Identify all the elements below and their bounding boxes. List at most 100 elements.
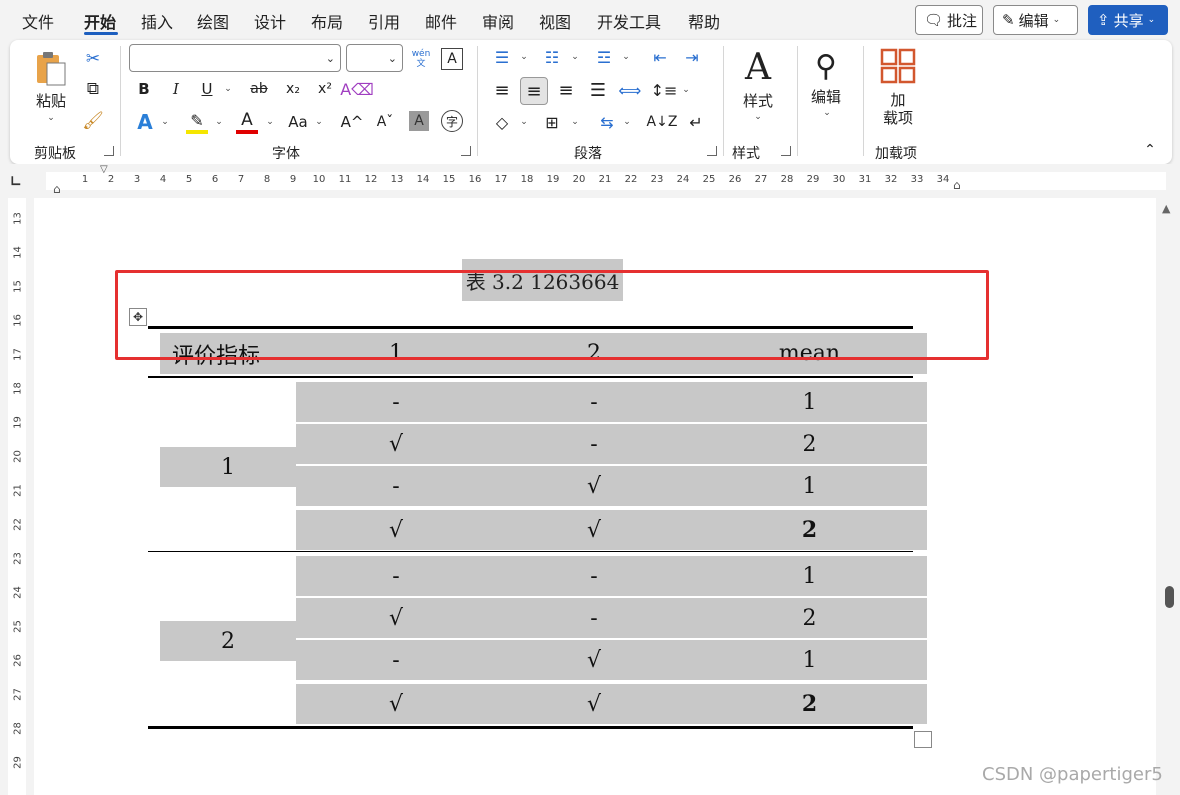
show-marks-icon[interactable]: ↵ <box>684 110 708 134</box>
align-right-icon[interactable]: ≡ <box>554 78 578 102</box>
tab-design[interactable]: 设计 <box>254 9 286 33</box>
superscript-button[interactable]: x² <box>314 78 336 100</box>
table-cell[interactable]: 2 <box>692 424 927 464</box>
left-indent-marker-icon[interactable]: ⌂ <box>53 182 61 196</box>
styles-label[interactable]: 样式 <box>738 90 778 110</box>
chevron-down-icon[interactable]: ⌄ <box>265 117 275 127</box>
character-shading-icon[interactable]: A <box>409 111 429 131</box>
tab-selector-icon[interactable]: ∟ <box>10 174 22 190</box>
increase-indent-icon[interactable]: ⇥ <box>680 46 704 68</box>
chevron-down-icon[interactable]: ⌄ <box>570 117 580 127</box>
text-effects-icon[interactable]: A <box>134 110 156 134</box>
styles-icon[interactable]: A <box>736 46 780 88</box>
table-cell-best[interactable]: 2 <box>692 510 927 550</box>
tab-mailings[interactable]: 邮件 <box>425 9 457 33</box>
character-border-icon[interactable]: A <box>441 48 463 70</box>
justify-icon[interactable]: ☰ <box>586 78 610 102</box>
table-cell-best[interactable]: 2 <box>692 684 927 724</box>
editing-mode-button[interactable]: ✎ 编辑 ⌄ <box>993 5 1078 35</box>
chevron-down-icon[interactable]: ⌄ <box>621 52 631 62</box>
styles-launcher-icon[interactable] <box>781 146 791 156</box>
horizontal-ruler[interactable]: ∟ 1 2 3 4 5 6 7 8 9 10 11 12 13 14 15 16… <box>0 164 1180 198</box>
table-resize-handle[interactable] <box>914 731 932 748</box>
right-indent-marker-icon[interactable]: ⌂ <box>953 178 961 192</box>
table-cell[interactable]: - <box>296 382 496 422</box>
tab-draw[interactable]: 绘图 <box>197 9 229 33</box>
share-button[interactable]: ⇪ 共享 ⌄ <box>1088 5 1168 35</box>
format-painter-icon[interactable]: 🖌 <box>82 110 104 132</box>
tab-view[interactable]: 视图 <box>539 9 571 33</box>
strikethrough-button[interactable]: ab <box>247 78 271 100</box>
table-cell[interactable]: √ <box>296 684 496 724</box>
table-cell[interactable]: - <box>296 466 496 506</box>
font-color-icon[interactable]: A <box>236 110 258 134</box>
vertical-scrollbar[interactable]: ▲ <box>1156 198 1180 795</box>
chevron-down-icon[interactable]: ⌄ <box>223 84 233 94</box>
enclose-characters-icon[interactable]: 字 <box>441 110 463 132</box>
table-cell[interactable]: 1 <box>692 556 927 596</box>
font-launcher-icon[interactable] <box>461 146 471 156</box>
group-label-cell[interactable]: 2 <box>160 621 296 661</box>
chevron-down-icon[interactable]: ⌄ <box>753 112 763 122</box>
find-icon[interactable]: ⚲ <box>806 46 846 86</box>
chevron-down-icon[interactable]: ⌄ <box>519 117 529 127</box>
align-center-icon[interactable]: ≡ <box>520 77 548 105</box>
collapse-ribbon-icon[interactable]: ⌃ <box>1140 140 1160 160</box>
chevron-down-icon[interactable]: ⌄ <box>214 117 224 127</box>
clear-formatting-icon[interactable]: A⌫ <box>340 78 374 100</box>
tab-developer[interactable]: 开发工具 <box>597 9 661 33</box>
addins-icon[interactable] <box>880 48 916 84</box>
table-cell[interactable]: √ <box>496 640 692 680</box>
table-cell[interactable]: √ <box>496 684 692 724</box>
grow-font-icon[interactable]: A^ <box>340 110 364 134</box>
tab-help[interactable]: 帮助 <box>688 9 720 33</box>
table-cell[interactable]: - <box>496 598 692 638</box>
font-size-combo[interactable]: ⌄ <box>346 44 403 72</box>
font-name-combo[interactable]: ⌄ <box>129 44 341 72</box>
paragraph-launcher-icon[interactable] <box>707 146 717 156</box>
tab-insert[interactable]: 插入 <box>141 9 173 33</box>
copy-icon[interactable]: ⧉ <box>82 78 104 100</box>
table-cell[interactable]: - <box>496 382 692 422</box>
numbering-icon[interactable]: ☷ <box>540 46 564 68</box>
shrink-font-icon[interactable]: Aˇ <box>373 110 397 134</box>
table-cell[interactable]: √ <box>496 510 692 550</box>
chevron-down-icon[interactable]: ⌄ <box>681 85 691 95</box>
table-cell[interactable]: 1 <box>692 382 927 422</box>
addins-label-line2[interactable]: 载项 <box>880 108 916 127</box>
shading-icon[interactable]: ◇ <box>490 110 514 134</box>
cut-icon[interactable]: ✂ <box>82 48 104 70</box>
table-cell[interactable]: 2 <box>692 598 927 638</box>
underline-button[interactable]: U <box>197 78 217 100</box>
chevron-down-icon[interactable]: ⌄ <box>822 108 832 118</box>
editing-label[interactable]: 编辑 <box>808 86 844 106</box>
table-cell[interactable]: 1 <box>692 640 927 680</box>
table-cell[interactable]: - <box>496 424 692 464</box>
tab-file[interactable]: 文件 <box>22 9 54 33</box>
first-line-indent-marker-icon[interactable]: ▽ <box>100 164 108 175</box>
comments-button[interactable]: 🗨 批注 <box>915 5 983 35</box>
bullets-icon[interactable]: ☰ <box>490 46 514 68</box>
table-cell[interactable]: √ <box>296 510 496 550</box>
paste-icon[interactable] <box>30 48 70 88</box>
text-direction-icon[interactable]: ⇆ <box>594 110 620 134</box>
table-cell[interactable]: √ <box>496 466 692 506</box>
table-cell[interactable]: - <box>496 556 692 596</box>
italic-button[interactable]: I <box>166 78 186 100</box>
scroll-up-icon[interactable]: ▲ <box>1162 202 1170 215</box>
tab-references[interactable]: 引用 <box>368 9 400 33</box>
chevron-down-icon[interactable]: ⌄ <box>45 112 57 124</box>
table-cell[interactable]: - <box>296 556 496 596</box>
group-label-cell[interactable]: 1 <box>160 447 296 487</box>
addins-label-line1[interactable]: 加 <box>886 90 910 109</box>
table-cell[interactable]: - <box>296 640 496 680</box>
chevron-down-icon[interactable]: ⌄ <box>570 52 580 62</box>
table-cell[interactable]: √ <box>296 598 496 638</box>
change-case-button[interactable]: Aa <box>286 110 310 134</box>
decrease-indent-icon[interactable]: ⇤ <box>648 46 672 68</box>
tab-review[interactable]: 审阅 <box>482 9 514 33</box>
line-spacing-icon[interactable]: ↕≡ <box>651 78 678 102</box>
borders-icon[interactable]: ⊞ <box>540 110 564 134</box>
chevron-down-icon[interactable]: ⌄ <box>314 117 324 127</box>
highlight-color-icon[interactable]: ✎ <box>186 110 208 134</box>
